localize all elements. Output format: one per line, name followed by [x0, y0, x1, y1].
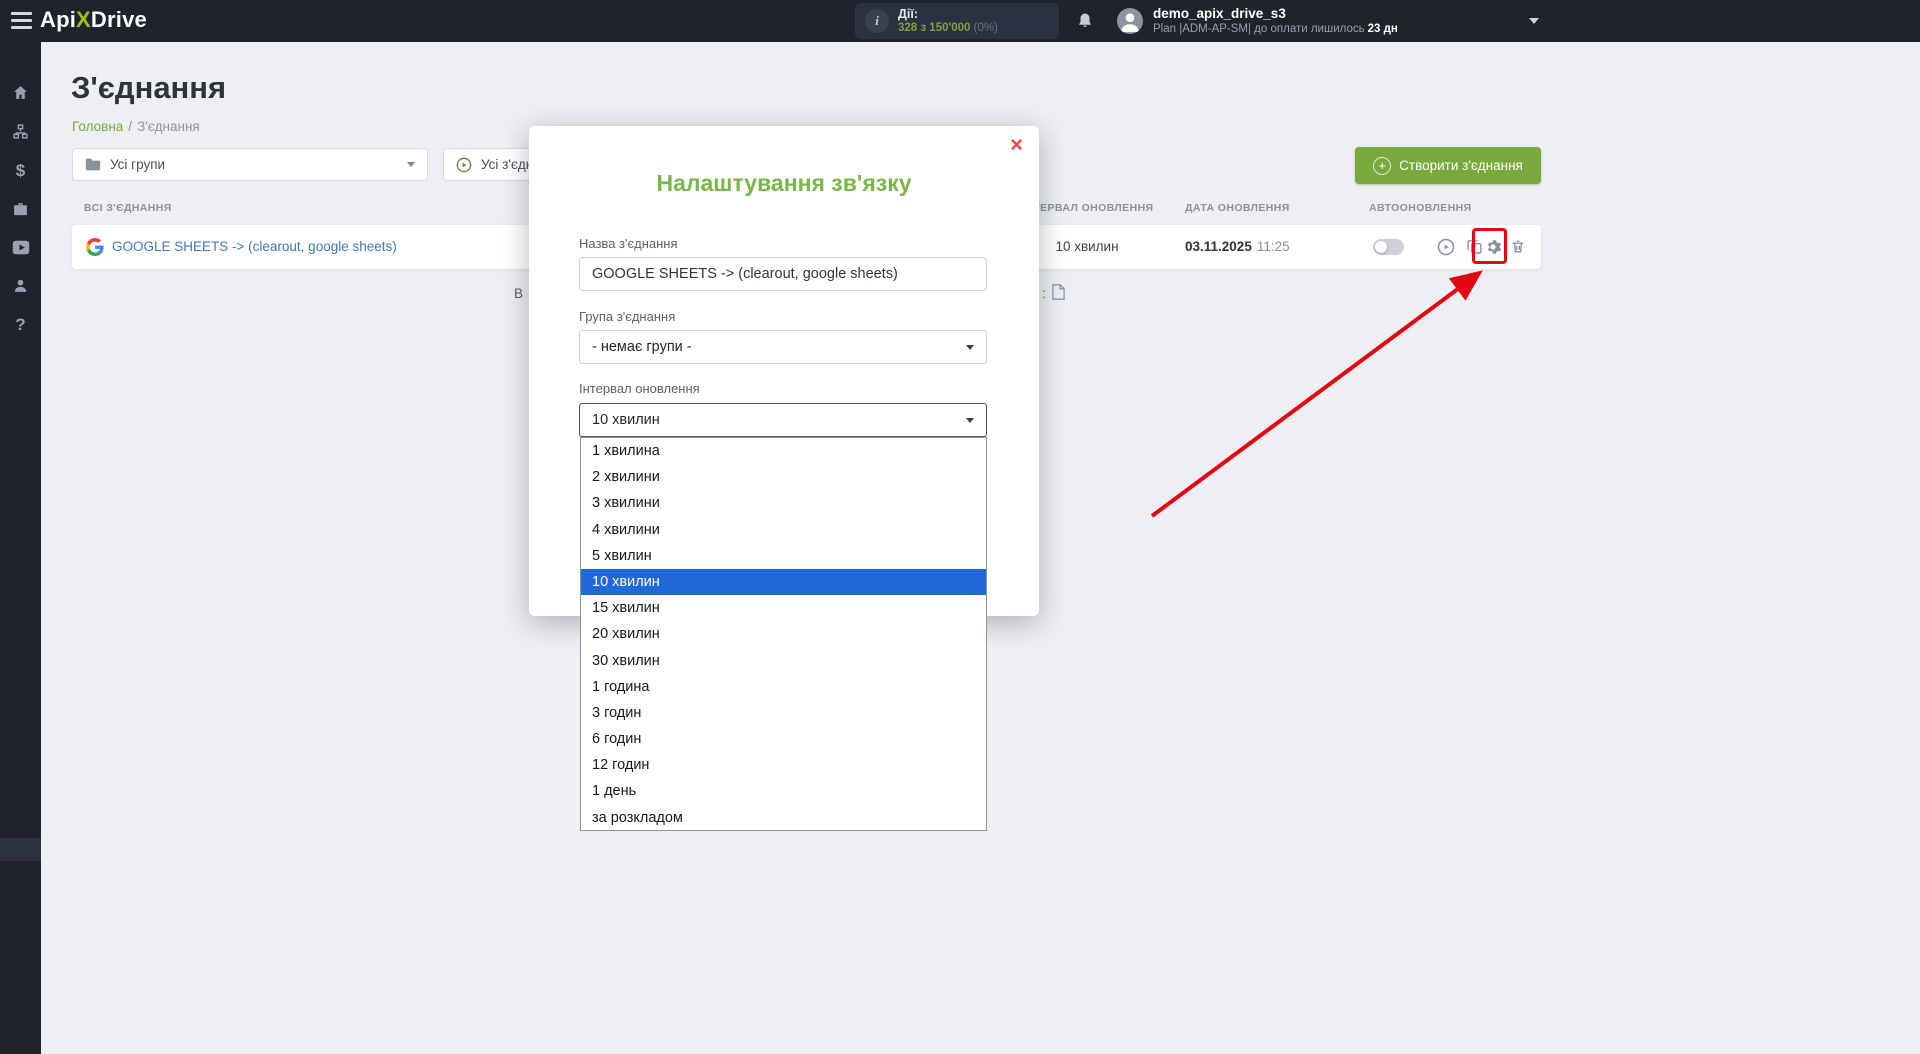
- delete-connection-button[interactable]: [1510, 238, 1528, 256]
- plan-days-left: 23 дн: [1367, 23, 1398, 35]
- question-icon: ?: [15, 314, 26, 334]
- interval-option[interactable]: 4 хвилини: [581, 517, 986, 543]
- sidebar-item-video[interactable]: [0, 228, 41, 266]
- apixdrive-app: ApiXDrive i Дії: 328 з 150'000 (0%) demo…: [0, 0, 1920, 1054]
- groups-filter-dropdown[interactable]: Усі групи: [72, 148, 428, 181]
- create-connection-button[interactable]: + Створити з'єднання: [1355, 147, 1541, 184]
- sidebar-bottom-widget[interactable]: [0, 838, 41, 861]
- gear-icon: [1487, 240, 1502, 254]
- column-header-all-connections: ВСІ З'ЄДНАННЯ: [84, 202, 172, 214]
- user-icon: [14, 279, 27, 292]
- actions-label: Дії:: [898, 7, 919, 21]
- actions-value: 328 з 150'000: [898, 22, 971, 34]
- logo-x: X: [76, 7, 91, 32]
- sidebar-item-profile[interactable]: [0, 266, 41, 304]
- interval-option[interactable]: 6 годин: [581, 726, 986, 752]
- connection-settings-modal: × Налаштування зв'язку Назва з'єднання Г…: [529, 126, 1039, 831]
- folder-icon: [85, 158, 101, 171]
- interval-option[interactable]: за розкладом: [581, 805, 986, 830]
- dollar-icon: $: [15, 160, 26, 180]
- column-header-update-interval: ІНТЕРВАЛ ОНОВЛЕННЯ: [1022, 202, 1154, 214]
- user-menu-chevron-down-icon[interactable]: [1529, 18, 1539, 24]
- briefcase-icon: [14, 202, 27, 215]
- sidebar-nav: $ ?: [0, 42, 41, 1054]
- copy-connection-button[interactable]: [1466, 238, 1484, 256]
- play-circle-icon: [1437, 238, 1455, 256]
- connection-update-date: 03.11.2025 11:25: [1185, 239, 1290, 254]
- interval-option[interactable]: 3 годин: [581, 700, 986, 726]
- interval-option[interactable]: 30 хвилин: [581, 648, 986, 674]
- connection-name-link[interactable]: GOOGLE SHEETS -> (clearout, google sheet…: [112, 239, 397, 254]
- background-note-left-fragment: В: [514, 286, 524, 301]
- logo-prefix: Api: [40, 7, 77, 32]
- interval-option[interactable]: 12 годин: [581, 752, 986, 778]
- top-header: ApiXDrive i Дії: 328 з 150'000 (0%) demo…: [0, 0, 1920, 42]
- document-icon[interactable]: [1052, 284, 1065, 300]
- column-header-update-date: ДАТА ОНОВЛЕННЯ: [1185, 202, 1290, 214]
- video-icon: [12, 240, 29, 254]
- interval-option[interactable]: 2 хвилини: [581, 464, 986, 490]
- connection-settings-button[interactable]: [1484, 238, 1502, 256]
- sidebar-item-help[interactable]: ?: [0, 305, 41, 343]
- sidebar-item-home[interactable]: [0, 73, 41, 111]
- update-interval-select[interactable]: 10 хвилин: [579, 403, 987, 437]
- google-sheets-icon: [86, 238, 104, 256]
- connection-group-value: - немає групи -: [592, 339, 692, 355]
- chevron-down-icon: [966, 417, 974, 423]
- interval-option[interactable]: 15 хвилин: [581, 595, 986, 621]
- breadcrumb: Головна / З'єднання: [72, 119, 200, 134]
- page-title: З'єднання: [71, 70, 227, 105]
- interval-option[interactable]: 5 хвилин: [581, 543, 986, 569]
- toggle-knob: [1375, 241, 1387, 253]
- interval-option[interactable]: 1 година: [581, 674, 986, 700]
- create-connection-label: Створити з'єднання: [1399, 158, 1523, 173]
- plus-icon: +: [1373, 156, 1392, 175]
- breadcrumb-current: З'єднання: [137, 119, 200, 134]
- chevron-down-icon: [966, 344, 974, 350]
- user-avatar[interactable]: [1117, 8, 1143, 34]
- connection-group-label: Група з'єднання: [579, 309, 676, 324]
- sidebar-item-connections[interactable]: [0, 112, 41, 150]
- info-icon: i: [865, 9, 889, 33]
- interval-option[interactable]: 20 хвилин: [581, 621, 986, 647]
- copy-icon: [1467, 240, 1482, 254]
- interval-options-list: 1 хвилина 2 хвилини 3 хвилини 4 хвилини 5 хв…: [580, 437, 987, 831]
- sitemap-icon: [13, 123, 28, 139]
- interval-option[interactable]: 3 хвилини: [581, 490, 986, 516]
- close-icon[interactable]: ×: [1010, 134, 1023, 156]
- connection-name-input[interactable]: [579, 257, 987, 291]
- breadcrumb-separator: /: [128, 119, 133, 134]
- sidebar-item-services[interactable]: [0, 190, 41, 228]
- sidebar-item-billing[interactable]: $: [0, 151, 41, 189]
- connection-group-select[interactable]: - немає групи -: [579, 330, 987, 364]
- chevron-down-icon: [407, 162, 415, 167]
- groups-filter-value: Усі групи: [110, 157, 166, 172]
- column-header-autoupdate: АВТООНОВЛЕННЯ: [1369, 202, 1472, 214]
- update-interval-value: 10 хвилин: [592, 412, 660, 428]
- breadcrumb-home-link[interactable]: Головна: [72, 119, 123, 134]
- connection-name-label: Назва з'єднання: [579, 236, 678, 251]
- interval-option[interactable]: 1 хвилина: [581, 438, 986, 464]
- hamburger-menu-icon[interactable]: [11, 12, 32, 29]
- home-icon: [14, 85, 27, 99]
- notifications-bell-icon[interactable]: [1076, 11, 1094, 31]
- interval-option[interactable]: 10 хвилин: [581, 568, 986, 596]
- user-name: demo_apix_drive_s3: [1153, 6, 1286, 21]
- background-note-right-fragment: :: [1042, 286, 1046, 301]
- user-menu[interactable]: demo_apix_drive_s3 Plan |ADM-AP-SM| до о…: [1153, 5, 1398, 36]
- autoupdate-toggle[interactable]: [1373, 239, 1404, 255]
- logo[interactable]: ApiXDrive: [40, 7, 147, 33]
- actions-usage-text: Дії: 328 з 150'000 (0%): [898, 7, 998, 35]
- run-connection-button[interactable]: [1437, 238, 1455, 256]
- update-interval-label: Інтервал оновлення: [579, 381, 700, 396]
- modal-title: Налаштування зв'язку: [656, 170, 912, 196]
- logo-suffix: Drive: [90, 7, 147, 32]
- user-plan: Plan |ADM-AP-SM| до оплати лишилось 23 дн: [1153, 23, 1398, 35]
- play-circle-icon: [456, 157, 472, 172]
- trash-icon: [1512, 240, 1524, 253]
- connection-update-time: 11:25: [1256, 239, 1290, 254]
- actions-percent: (0%): [973, 22, 998, 34]
- interval-option[interactable]: 1 день: [581, 778, 986, 804]
- actions-usage-badge[interactable]: i Дії: 328 з 150'000 (0%): [855, 3, 1059, 39]
